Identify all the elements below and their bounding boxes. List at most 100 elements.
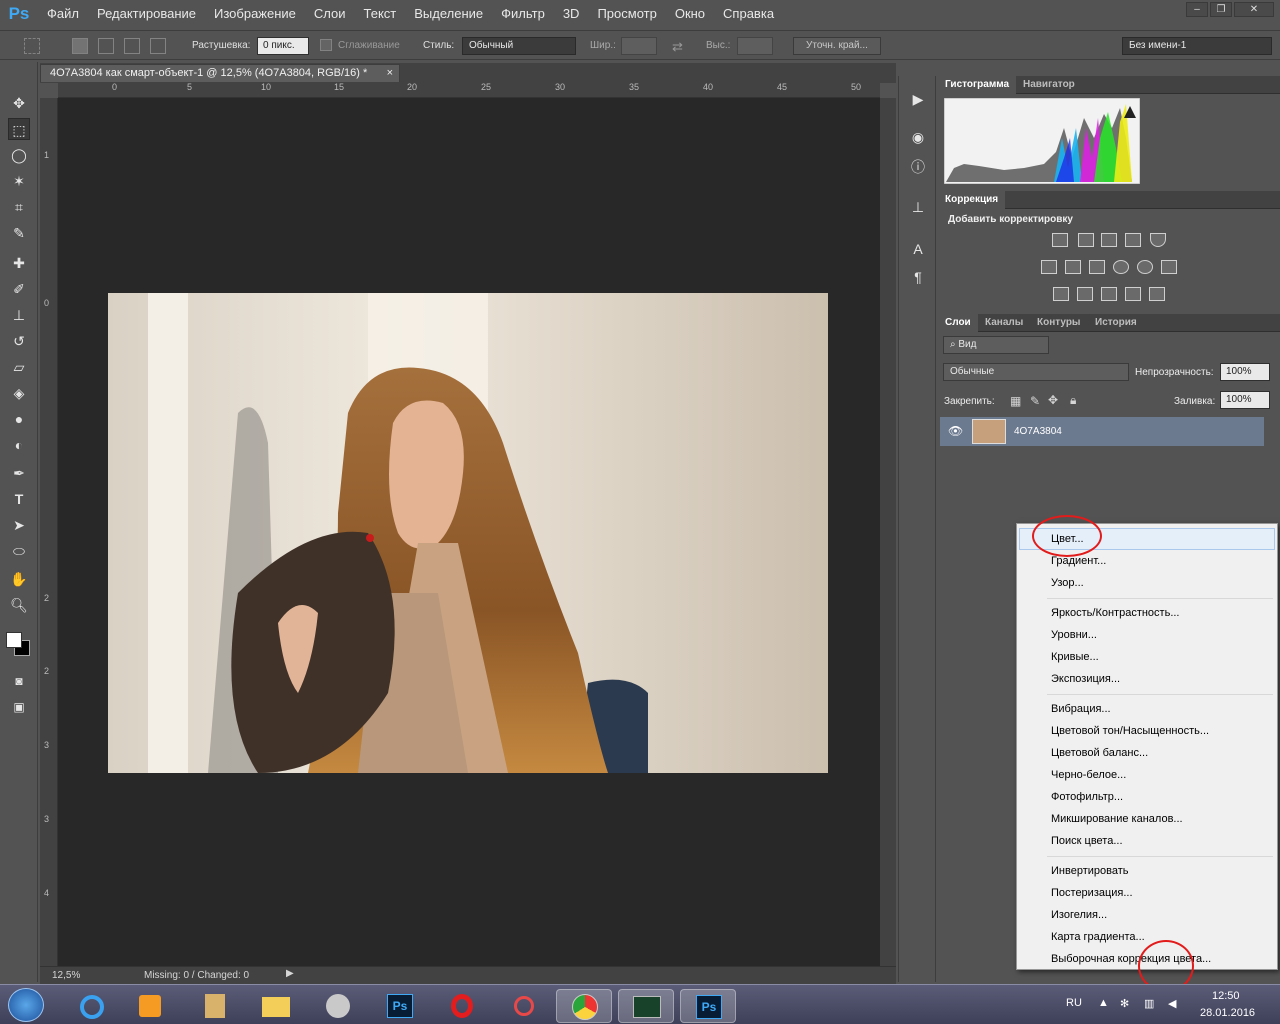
path-selection-tool-icon[interactable]: ➤ — [8, 514, 30, 536]
menu-filter[interactable]: Фильтр — [492, 0, 554, 28]
layer-name[interactable]: 4O7A3804 — [1014, 426, 1062, 437]
menu-item-gradient-map[interactable]: Карта градиента... — [1051, 927, 1145, 947]
antialias-checkbox[interactable] — [320, 39, 332, 51]
menu-item-color-lookup[interactable]: Поиск цвета... — [1051, 831, 1123, 851]
menu-item-threshold[interactable]: Изогелия... — [1051, 905, 1107, 925]
exposure-adj-icon[interactable] — [1125, 233, 1141, 247]
lasso-tool-icon[interactable]: ◯ — [8, 144, 30, 166]
add-selection-icon[interactable] — [98, 38, 114, 54]
blur-tool-icon[interactable]: ● — [8, 408, 30, 430]
3d-panel-icon[interactable]: ◉ — [907, 126, 929, 148]
black-white-adj-icon[interactable] — [1089, 260, 1105, 274]
taskbar-contacts-icon[interactable] — [188, 989, 244, 1023]
menu-item-color-balance[interactable]: Цветовой баланс... — [1051, 743, 1148, 763]
document-tab[interactable]: 4O7A3804 как смарт-объект-1 @ 12,5% (4O7… — [40, 64, 400, 82]
pen-tool-icon[interactable]: ✒ — [8, 462, 30, 484]
tray-network-icon[interactable]: ▥ — [1144, 997, 1154, 1010]
type-tool-icon[interactable]: T — [8, 488, 30, 510]
menu-item-invert[interactable]: Инвертировать — [1051, 861, 1128, 881]
width-input[interactable] — [621, 37, 657, 55]
color-balance-adj-icon[interactable] — [1065, 260, 1081, 274]
lock-position-icon[interactable]: ✥ — [1048, 393, 1058, 407]
lock-transparency-icon[interactable]: ▦ — [1010, 394, 1021, 408]
taskbar-photoshop-icon[interactable]: Ps — [372, 989, 428, 1023]
menu-3d[interactable]: 3D — [554, 0, 589, 28]
vertical-scrollbar[interactable] — [880, 98, 896, 966]
quick-mask-icon[interactable]: ◙ — [8, 670, 30, 692]
foreground-color-swatch[interactable] — [6, 632, 22, 648]
start-button[interactable] — [8, 988, 44, 1022]
visibility-eye-icon[interactable]: 👁︎ — [948, 424, 963, 438]
tray-security-icon[interactable]: ✻ — [1120, 997, 1129, 1010]
menu-item-black-white[interactable]: Черно-белое... — [1051, 765, 1126, 785]
restore-button[interactable]: ❐ — [1210, 2, 1232, 17]
menu-window[interactable]: Окно — [666, 0, 714, 28]
menu-help[interactable]: Справка — [714, 0, 783, 28]
new-selection-icon[interactable] — [72, 38, 88, 54]
clock-time[interactable]: 12:50 — [1212, 990, 1240, 1002]
height-input[interactable] — [737, 37, 773, 55]
taskbar-dvd-icon[interactable] — [310, 989, 366, 1023]
intersect-selection-icon[interactable] — [150, 38, 166, 54]
menu-item-curves[interactable]: Кривые... — [1051, 647, 1099, 667]
brush-tool-icon[interactable]: ✐ — [8, 278, 30, 300]
paragraph-panel-icon[interactable]: ¶ — [907, 266, 929, 288]
refine-edge-button[interactable]: Уточн. край... — [793, 37, 881, 55]
subtract-selection-icon[interactable] — [124, 38, 140, 54]
style-select[interactable]: Обычный — [462, 37, 576, 55]
tab-history[interactable]: История — [1088, 314, 1144, 332]
menu-item-photo-filter[interactable]: Фотофильтр... — [1051, 787, 1123, 807]
curves-adj-icon[interactable] — [1101, 233, 1117, 247]
eyedropper-tool-icon[interactable]: ✎ — [8, 222, 30, 244]
screen-mode-icon[interactable]: ▣ — [8, 696, 30, 718]
menu-file[interactable]: Файл — [38, 0, 88, 28]
menu-select[interactable]: Выделение — [405, 0, 492, 28]
menu-item-exposure[interactable]: Экспозиция... — [1051, 669, 1120, 689]
menu-layers[interactable]: Слои — [305, 0, 355, 28]
menu-item-posterize[interactable]: Постеризация... — [1051, 883, 1133, 903]
tab-adjustments[interactable]: Коррекция — [938, 191, 1006, 209]
history-brush-tool-icon[interactable]: ↺ — [8, 330, 30, 352]
close-window-button[interactable]: ✕ — [1234, 2, 1274, 17]
clock-date[interactable]: 28.01.2016 — [1200, 1007, 1255, 1019]
zoom-tool-icon[interactable]: 🔍︎ — [8, 594, 30, 616]
document-photo[interactable] — [108, 293, 828, 773]
taskbar-explorer-icon[interactable] — [248, 989, 304, 1023]
language-indicator[interactable]: RU — [1066, 997, 1082, 1009]
levels-adj-icon[interactable] — [1078, 233, 1094, 247]
taskbar-photoshop-active-icon[interactable]: Ps — [680, 989, 736, 1023]
brightness-adj-icon[interactable] — [1052, 233, 1068, 247]
tray-volume-icon[interactable]: ◀︎ — [1168, 997, 1176, 1010]
selective-color-adj-icon[interactable] — [1125, 287, 1141, 301]
tab-channels[interactable]: Каналы — [978, 314, 1030, 332]
clone-source-icon[interactable]: ⊥ — [907, 196, 929, 218]
color-lookup-adj-icon[interactable] — [1161, 260, 1177, 274]
taskbar-internet-explorer-icon[interactable] — [64, 989, 120, 1023]
move-tool-icon[interactable]: ✥ — [8, 92, 30, 114]
lock-pixels-icon[interactable]: ✎ — [1030, 394, 1040, 408]
blend-mode-select[interactable]: Обычные — [943, 363, 1129, 381]
photo-filter-adj-icon[interactable] — [1113, 260, 1129, 274]
healing-brush-tool-icon[interactable]: ✚ — [8, 252, 30, 274]
menu-item-channel-mixer[interactable]: Микширование каналов... — [1051, 809, 1183, 829]
lock-all-icon[interactable]: 🔒︎ — [1070, 393, 1076, 408]
tab-histogram[interactable]: Гистограмма — [938, 76, 1017, 94]
menu-type[interactable]: Текст — [355, 0, 406, 28]
play-action-icon[interactable]: ▶ — [907, 88, 929, 110]
clone-stamp-tool-icon[interactable]: ⊥ — [8, 304, 30, 326]
taskbar-chrome-icon[interactable] — [556, 989, 612, 1023]
tab-paths[interactable]: Контуры — [1030, 314, 1087, 332]
magic-wand-tool-icon[interactable]: ✶ — [8, 170, 30, 192]
marquee-preset-icon[interactable] — [24, 38, 40, 54]
feather-input[interactable]: 0 пикс. — [257, 37, 309, 55]
menu-edit[interactable]: Редактирование — [88, 0, 205, 28]
posterize-adj-icon[interactable] — [1077, 287, 1093, 301]
paint-bucket-tool-icon[interactable]: ◈ — [8, 382, 30, 404]
info-icon[interactable]: ⓘ — [907, 156, 929, 178]
workspace-select[interactable]: Без имени-1 — [1122, 37, 1272, 55]
taskbar-media-player-icon[interactable] — [122, 989, 178, 1023]
ellipse-tool-icon[interactable]: ⬭ — [8, 540, 30, 562]
layer-filter-select[interactable]: ⌕ Вид — [943, 336, 1049, 354]
menu-item-pattern[interactable]: Узор... — [1051, 573, 1084, 593]
invert-adj-icon[interactable] — [1053, 287, 1069, 301]
